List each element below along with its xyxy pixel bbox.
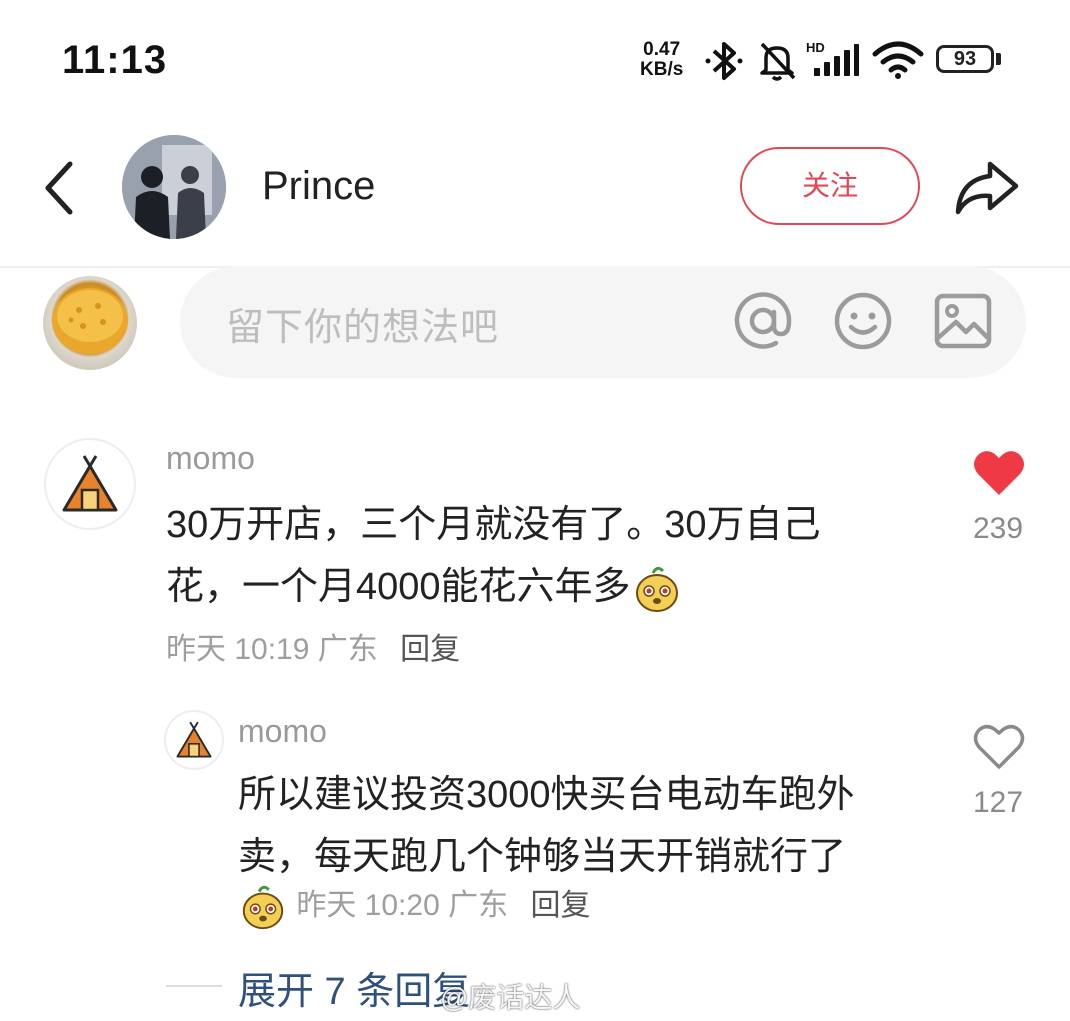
reply-button[interactable]: 回复 xyxy=(530,889,590,922)
comment-time: 昨天 10:19 xyxy=(166,633,310,666)
reply-location: 广东 xyxy=(448,889,509,922)
doge-emoji-icon xyxy=(635,566,678,612)
share-icon[interactable] xyxy=(950,152,1022,222)
reply-avatar[interactable] xyxy=(164,710,224,770)
bluetooth-icon xyxy=(705,42,743,80)
mention-icon[interactable] xyxy=(732,290,794,352)
author-avatar[interactable] xyxy=(122,135,226,239)
emoji-icon[interactable] xyxy=(832,290,894,352)
reply-user-name[interactable]: momo xyxy=(238,713,327,750)
comment-text-content: 花，一个月4000能花六年多 xyxy=(166,566,631,608)
follow-button[interactable]: 关注 xyxy=(740,147,920,225)
reply-button[interactable]: 回复 xyxy=(400,633,460,666)
mute-bell-icon xyxy=(760,42,796,81)
image-icon[interactable] xyxy=(932,290,994,352)
author-avatar-image xyxy=(122,135,226,239)
comment-text[interactable]: 30万开店，三个月就没有了。30万自己 花，一个月4000能花六年多 xyxy=(166,494,926,618)
heart-outline-icon[interactable] xyxy=(972,722,1026,772)
network-speed-unit: KB/s xyxy=(640,59,684,80)
wifi-icon xyxy=(872,41,924,79)
cellular-signal-icon xyxy=(814,44,859,76)
battery-tip xyxy=(996,53,1001,65)
reply-meta: 昨天 10:20 广东 回复 xyxy=(238,880,590,932)
expand-divider xyxy=(166,985,222,987)
comment-meta: 昨天 10:19 广东 回复 xyxy=(166,624,460,668)
reply-like-count: 127 xyxy=(972,786,1024,819)
commenter-avatar[interactable] xyxy=(44,438,136,530)
expand-replies-link[interactable]: 展开 7 条回复 xyxy=(238,960,470,1015)
tent-icon xyxy=(176,721,212,758)
comment-text-line: 30万开店，三个月就没有了。30万自己 xyxy=(166,504,821,546)
comment-location: 广东 xyxy=(317,633,378,666)
back-button[interactable] xyxy=(36,158,86,218)
reply-text-line-2: 卖，每天跑几个钟够当天开销就行了 xyxy=(238,836,847,878)
network-speed: 0.47 KB/s xyxy=(640,40,683,80)
reply-text[interactable]: 所以建议投资3000快买台电动车跑外 卖，每天跑几个钟够当天开销就行了 xyxy=(238,764,938,888)
doge-emoji-icon xyxy=(242,885,284,930)
comment-input-placeholder[interactable]: 留下你的想法吧 xyxy=(226,296,499,351)
comment-text-line-2: 花，一个月4000能花六年多 xyxy=(166,556,926,618)
heart-filled-icon[interactable] xyxy=(972,448,1026,498)
reply-time: 昨天 10:20 xyxy=(296,889,440,922)
commenter-name[interactable]: momo xyxy=(166,440,255,477)
status-time: 11:13 xyxy=(62,38,168,82)
reply-text-line: 所以建议投资3000快买台电动车跑外 xyxy=(238,774,855,816)
battery-indicator: 93 xyxy=(936,45,994,73)
bread-avatar-image xyxy=(52,288,128,354)
my-avatar xyxy=(43,276,137,370)
network-speed-value: 0.47 xyxy=(643,39,681,60)
author-name[interactable]: Prince xyxy=(262,164,375,209)
like-count: 239 xyxy=(972,512,1024,545)
tent-icon xyxy=(62,455,118,512)
watermark: @废话达人 xyxy=(440,982,581,1013)
